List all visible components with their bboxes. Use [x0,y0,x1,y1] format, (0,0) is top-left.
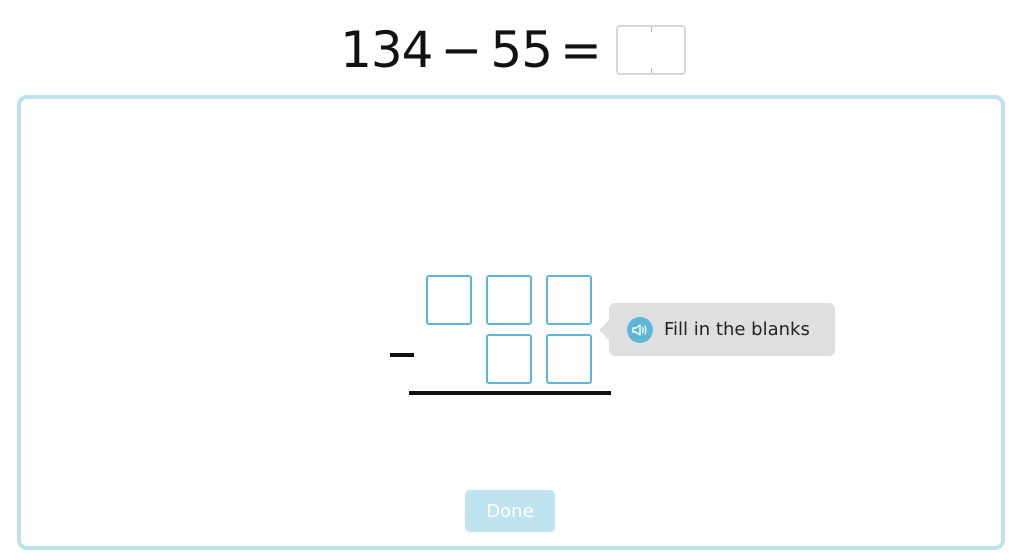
bottom-ones-box[interactable] [546,334,592,384]
sum-underline [409,391,611,395]
equals-sign: = [560,21,602,79]
minus-operator: − [440,21,483,79]
answer-box-divider-top [650,27,652,32]
exercise-stage: 134 − 55 = Fill in the blanks Done [0,0,1024,560]
equation-header: 134 − 55 = [0,22,1024,78]
top-tens-box[interactable] [486,275,532,325]
done-button[interactable]: Done [465,490,555,532]
subtrahend: 55 [490,21,553,79]
minuend: 134 [340,21,433,79]
bottom-tens-box[interactable] [486,334,532,384]
column-minus-sign [390,353,414,357]
speaker-icon[interactable] [627,316,653,343]
top-ones-box[interactable] [546,275,592,325]
instruction-tooltip: Fill in the blanks [599,303,835,356]
answer-input-box[interactable] [615,25,686,75]
top-hundreds-box[interactable] [426,275,472,325]
tooltip-text: Fill in the blanks [664,319,810,340]
answer-box-divider-bottom [650,68,652,73]
